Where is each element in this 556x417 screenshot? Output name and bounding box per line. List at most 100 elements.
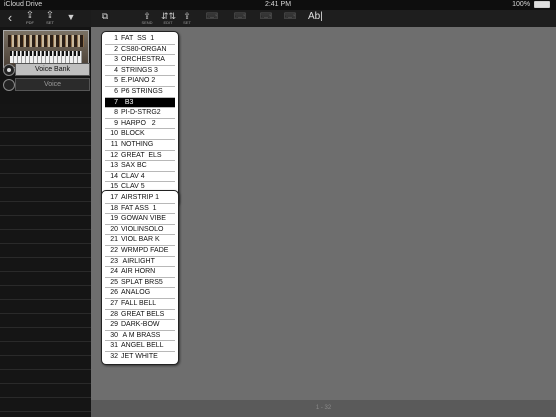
preset-name: CS80-ORGAN xyxy=(121,45,167,53)
preset-number: 7 xyxy=(114,98,118,106)
preset-number: 6 xyxy=(114,87,118,95)
preset-number: 32 xyxy=(110,352,118,360)
copy-icon[interactable]: ⧉ xyxy=(98,12,112,25)
back-chevron-icon[interactable]: ‹ xyxy=(3,11,17,24)
preset-name: P6 STRINGS xyxy=(121,87,163,95)
preset-row[interactable]: 19 GOWAN VIBE xyxy=(105,214,175,225)
preset-row[interactable]: 12 GREAT ELS xyxy=(105,151,175,162)
preset-number: 8 xyxy=(114,109,118,117)
send-button[interactable]: ⇪ SEND xyxy=(140,12,154,25)
preset-row[interactable]: 3 ORCHESTRA xyxy=(105,55,175,66)
preset-row[interactable]: 7 B3 xyxy=(105,97,175,109)
main-toolbar: ⧉ ⇪ SEND ⇵⇅ EDIT ⇪ SET ⌨ ⌨ ⌨ ⌨ xyxy=(91,10,556,27)
preset-row[interactable]: 9 HARPO 2 xyxy=(105,119,175,130)
preset-row[interactable]: 26 ANALOG xyxy=(105,288,175,299)
radio-icon[interactable] xyxy=(3,79,15,91)
upload-pdf-label: PDF xyxy=(26,20,34,25)
preset-row[interactable]: 5 E.PIANO 2 xyxy=(105,76,175,87)
preset-row[interactable]: 6 P6 STRINGS xyxy=(105,87,175,98)
upload-set-button[interactable]: ⇪ SET xyxy=(43,11,57,25)
bank-row-voice-bank[interactable]: Voice Bank xyxy=(0,63,91,76)
bank-label-voice-bank[interactable]: Voice Bank xyxy=(15,63,90,76)
preset-list-17-32: 17 AIRSTRIP 1 18 FAT ASS 1 19 GOWAN VIBE 20 VIO… xyxy=(101,190,179,365)
keyboard-icon: ⌨ xyxy=(283,11,297,21)
set-label: SET xyxy=(183,20,191,25)
set-button[interactable]: ⇪ SET xyxy=(180,12,194,25)
radio-icon[interactable] xyxy=(3,64,15,76)
preset-row[interactable]: 24 AIR HORN xyxy=(105,267,175,278)
preset-name: ORCHESTRA xyxy=(121,56,165,64)
preset-name: AIRLIGHT xyxy=(121,257,155,265)
preset-number: 11 xyxy=(110,140,118,148)
preset-row[interactable]: 30 A M BRASS xyxy=(105,331,175,342)
preset-row[interactable]: 10 BLOCK xyxy=(105,129,175,140)
preset-number: 30 xyxy=(110,331,118,339)
edit-label: EDIT xyxy=(163,20,173,25)
preset-number: 10 xyxy=(110,130,118,138)
preset-row[interactable]: 21 VIOL BAR K xyxy=(105,235,175,246)
preset-name: HARPO 2 xyxy=(121,119,156,127)
keyboard-icon: ⌨ xyxy=(233,11,247,21)
preset-name: CLAV 4 xyxy=(121,172,145,180)
preset-row[interactable]: 23 AIRLIGHT xyxy=(105,257,175,268)
preset-name: SPLAT BRS5 xyxy=(121,278,163,286)
preset-name: ANGEL BELL xyxy=(121,342,164,350)
preset-number: 14 xyxy=(110,172,118,180)
preset-number: 25 xyxy=(110,278,118,286)
preset-row[interactable]: 14 CLAV 4 xyxy=(105,172,175,183)
footer-bar: 1 - 32 xyxy=(91,400,556,417)
preset-row[interactable]: 22 WRMPD FADE xyxy=(105,246,175,257)
preset-name: SAX BC xyxy=(121,162,147,170)
preset-row[interactable]: 8 PI-D-STRG2 xyxy=(105,108,175,119)
battery-icon xyxy=(534,0,550,8)
preset-row[interactable]: 13 SAX BC xyxy=(105,161,175,172)
sidebar-empty-list xyxy=(0,104,91,417)
preset-number: 28 xyxy=(110,310,118,318)
keyboard-icon: ⌨ xyxy=(259,11,273,21)
edit-button[interactable]: ⇵⇅ EDIT xyxy=(161,12,176,25)
preset-number: 4 xyxy=(114,66,118,74)
preset-number: 13 xyxy=(110,162,118,170)
preset-row[interactable]: 27 FALL BELL xyxy=(105,299,175,310)
preset-row[interactable]: 32 JET WHITE xyxy=(105,352,175,362)
text-size-label[interactable]: Ab| xyxy=(308,11,323,22)
preset-name: PI-D-STRG2 xyxy=(121,109,161,117)
preset-row[interactable]: 20 VIOLINSOLO xyxy=(105,225,175,236)
preset-number: 23 xyxy=(110,257,118,265)
preset-number: 19 xyxy=(110,215,118,223)
preset-number: 20 xyxy=(110,225,118,233)
preset-number: 31 xyxy=(110,342,118,350)
battery-percent: 100% xyxy=(512,1,531,8)
preset-row[interactable]: 17 AIRSTRIP 1 xyxy=(105,193,175,204)
preset-number: 1 xyxy=(114,35,118,42)
preset-name: AIR HORN xyxy=(121,268,156,276)
preset-row[interactable]: 18 FAT ASS 1 xyxy=(105,204,175,215)
preset-name: B3 xyxy=(121,98,134,106)
preset-name: E.PIANO 2 xyxy=(121,77,156,85)
preset-row[interactable]: 29 DARK-BOW xyxy=(105,320,175,331)
preset-name: JET WHITE xyxy=(121,352,158,360)
keyboard-icon: ⌨ xyxy=(205,11,219,21)
bank-row-voice[interactable]: Voice xyxy=(0,78,91,91)
preset-row[interactable]: 11 NOTHING xyxy=(105,140,175,151)
preset-row[interactable]: 2 CS80-ORGAN xyxy=(105,45,175,56)
preset-row[interactable]: 31 ANGEL BELL xyxy=(105,341,175,352)
preset-name: WRMPD FADE xyxy=(121,246,169,254)
preset-name: FAT SS 1 xyxy=(121,35,155,42)
preset-row[interactable]: 28 GREAT BELS xyxy=(105,310,175,321)
preset-name: GOWAN VIBE xyxy=(121,215,166,223)
send-label: SEND xyxy=(141,20,153,25)
preset-row[interactable]: 4 STRINGS 3 xyxy=(105,66,175,77)
upload-pdf-button[interactable]: ⇪ PDF xyxy=(23,11,37,25)
preset-row[interactable]: 1 FAT SS 1 xyxy=(105,34,175,45)
bank-label-voice[interactable]: Voice xyxy=(15,78,90,91)
preset-name: FAT ASS 1 xyxy=(121,204,157,212)
preset-number: 12 xyxy=(110,151,118,159)
dropdown-triangle-icon[interactable]: ▼ xyxy=(64,11,78,24)
preset-row[interactable]: 25 SPLAT BRS5 xyxy=(105,278,175,289)
preset-number: 24 xyxy=(110,268,118,276)
preset-name: VIOLINSOLO xyxy=(121,225,164,233)
main-area: 1 FAT SS 1 2 CS80-ORGAN 3 ORCHESTRA 4 STRINGS 3… xyxy=(91,27,556,400)
synth-panel-graphic xyxy=(8,35,84,47)
status-battery: 100% xyxy=(512,0,550,10)
